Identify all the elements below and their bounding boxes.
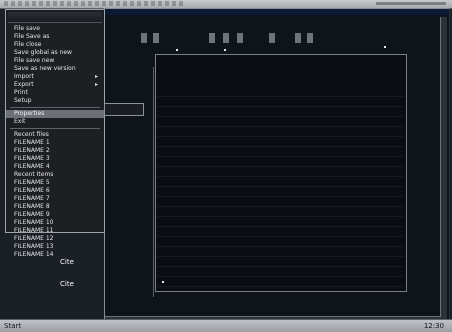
submenu-arrow-icon: ▸	[94, 81, 98, 88]
menu-item[interactable]: Save as new version	[6, 65, 104, 73]
menu-item[interactable]: FILENAME 11	[6, 227, 104, 235]
menubar-text-strip	[4, 1, 184, 6]
menu-item-label: Recent files	[14, 131, 49, 138]
menu-separator	[10, 128, 100, 129]
menu-item[interactable]: FILENAME 7	[6, 195, 104, 203]
column-header	[295, 33, 301, 43]
menu-item-label: FILENAME 12	[14, 235, 54, 242]
bottom-label-1: Cite	[60, 258, 74, 266]
row-header-rail	[145, 67, 154, 297]
bottom-label-2: Cite	[60, 280, 74, 288]
menu-item-label: FILENAME 6	[14, 187, 50, 194]
menu-item[interactable]: Setup	[6, 97, 104, 105]
menubar-right-strip	[376, 2, 446, 5]
menu-item-label: FILENAME 11	[14, 227, 54, 234]
menu-separator	[10, 107, 100, 108]
column-header	[153, 33, 159, 43]
menu-item[interactable]: File save new	[6, 57, 104, 65]
menu-item[interactable]: FILENAME 2	[6, 147, 104, 155]
menu-item-label: Save global as new	[14, 49, 72, 56]
menu-item-label: Recent Items	[14, 171, 54, 178]
menu-item[interactable]: FILENAME 14	[6, 251, 104, 259]
submenu-arrow-icon: ▸	[94, 73, 98, 80]
menu-item-label: File save	[14, 25, 40, 32]
menu-item[interactable]: FILENAME 12	[6, 235, 104, 243]
menu-item[interactable]: FILENAME 9	[6, 211, 104, 219]
column-header	[237, 33, 243, 43]
background-window	[104, 8, 450, 326]
menu-item[interactable]: Import ▸	[6, 73, 104, 81]
spark-mark	[162, 281, 164, 283]
desktop-screen: File save File Save as File close Save glob…	[0, 0, 452, 332]
menu-items: File save File Save as File close Save glob…	[6, 25, 104, 259]
menu-item-label: FILENAME 5	[14, 179, 50, 186]
spark-mark	[384, 46, 386, 48]
column-header	[223, 33, 229, 43]
background-window-titlebar	[105, 9, 449, 15]
menu-item[interactable]: Recent Items	[6, 171, 104, 179]
vertical-scrollbar[interactable]	[440, 17, 447, 319]
menu-item[interactable]: File save	[6, 25, 104, 33]
menu-item-label: FILENAME 3	[14, 155, 50, 162]
menu-item-label: Save as new version	[14, 65, 76, 72]
menu-item[interactable]: FILENAME 3	[6, 155, 104, 163]
menu-item[interactable]: File Save as	[6, 33, 104, 41]
spark-mark	[176, 49, 178, 51]
start-button[interactable]: Start	[4, 322, 32, 330]
menu-item[interactable]: File close	[6, 41, 104, 49]
menu-item[interactable]: Properties	[6, 110, 104, 118]
column-header	[209, 33, 215, 43]
menu-item[interactable]: FILENAME 6	[6, 187, 104, 195]
canvas-grid	[157, 87, 403, 287]
taskbar-clock: 12:30	[423, 322, 444, 330]
menu-item[interactable]: FILENAME 10	[6, 219, 104, 227]
menu-item-label: FILENAME 14	[14, 251, 54, 258]
taskbar: Start 12:30	[0, 319, 452, 332]
column-header	[269, 33, 275, 43]
menu-item-label: Properties	[14, 110, 45, 117]
menu-item[interactable]: Export ▸	[6, 81, 104, 89]
menu-item-label: Setup	[14, 97, 32, 104]
menu-item-label: File Save as	[14, 33, 50, 40]
menu-item-label: FILENAME 8	[14, 203, 50, 210]
menu-item-label: FILENAME 13	[14, 243, 54, 250]
menu-item[interactable]: Exit	[6, 118, 104, 126]
menu-item-label: Export	[14, 81, 34, 88]
menu-item[interactable]: Recent files	[6, 131, 104, 139]
menu-item[interactable]: FILENAME 13	[6, 243, 104, 251]
menu-item[interactable]: FILENAME 4	[6, 163, 104, 171]
menu-item-label: Import	[14, 73, 34, 80]
menu-item[interactable]: Save global as new	[6, 49, 104, 57]
menu-item-label: FILENAME 1	[14, 139, 50, 146]
menu-item-label: Print	[14, 89, 28, 96]
menu-item[interactable]: FILENAME 5	[6, 179, 104, 187]
file-menu: File save File Save as File close Save glob…	[5, 9, 105, 258]
menu-item-label: FILENAME 2	[14, 147, 50, 154]
menu-item-label: File close	[14, 41, 42, 48]
menu-item-label: FILENAME 9	[14, 211, 50, 218]
menu-item-label: FILENAME 10	[14, 219, 54, 226]
column-header	[307, 33, 313, 43]
menu-item-label: Exit	[14, 118, 26, 125]
menu-item[interactable]: FILENAME 1	[6, 139, 104, 147]
menu-item[interactable]: Print	[6, 89, 104, 97]
column-header	[141, 33, 147, 43]
menu-item[interactable]: FILENAME 8	[6, 203, 104, 211]
column-headers	[119, 33, 409, 45]
menu-header	[8, 12, 102, 23]
menu-item-label: FILENAME 7	[14, 195, 50, 202]
menu-item-label: FILENAME 4	[14, 163, 50, 170]
spark-mark	[224, 49, 226, 51]
menu-item-label: File save new	[14, 57, 55, 64]
submenu-popup[interactable]	[104, 103, 144, 116]
